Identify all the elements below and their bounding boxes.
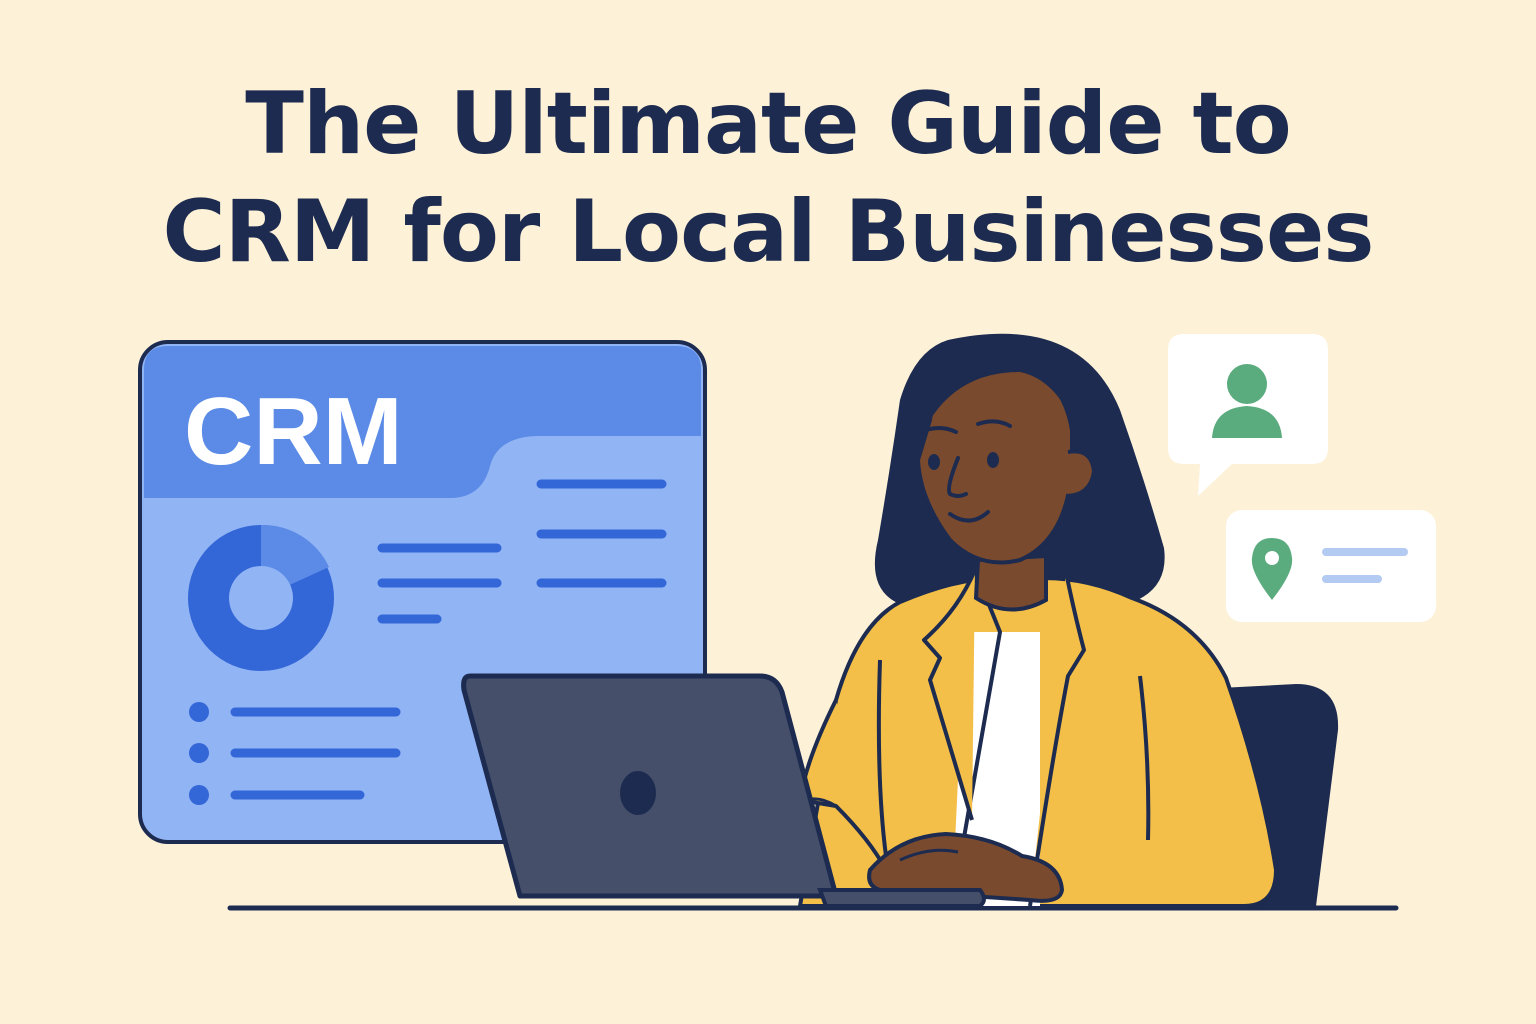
illustration: CRM (138, 333, 1436, 911)
crm-label: CRM (184, 378, 403, 485)
location-card (1226, 510, 1436, 622)
apple-like-logo-icon (620, 771, 656, 815)
bullet-dots (189, 702, 209, 805)
contact-chat-bubble (1168, 334, 1328, 496)
donut-chart-icon (188, 524, 334, 671)
person-torso (798, 569, 1278, 908)
